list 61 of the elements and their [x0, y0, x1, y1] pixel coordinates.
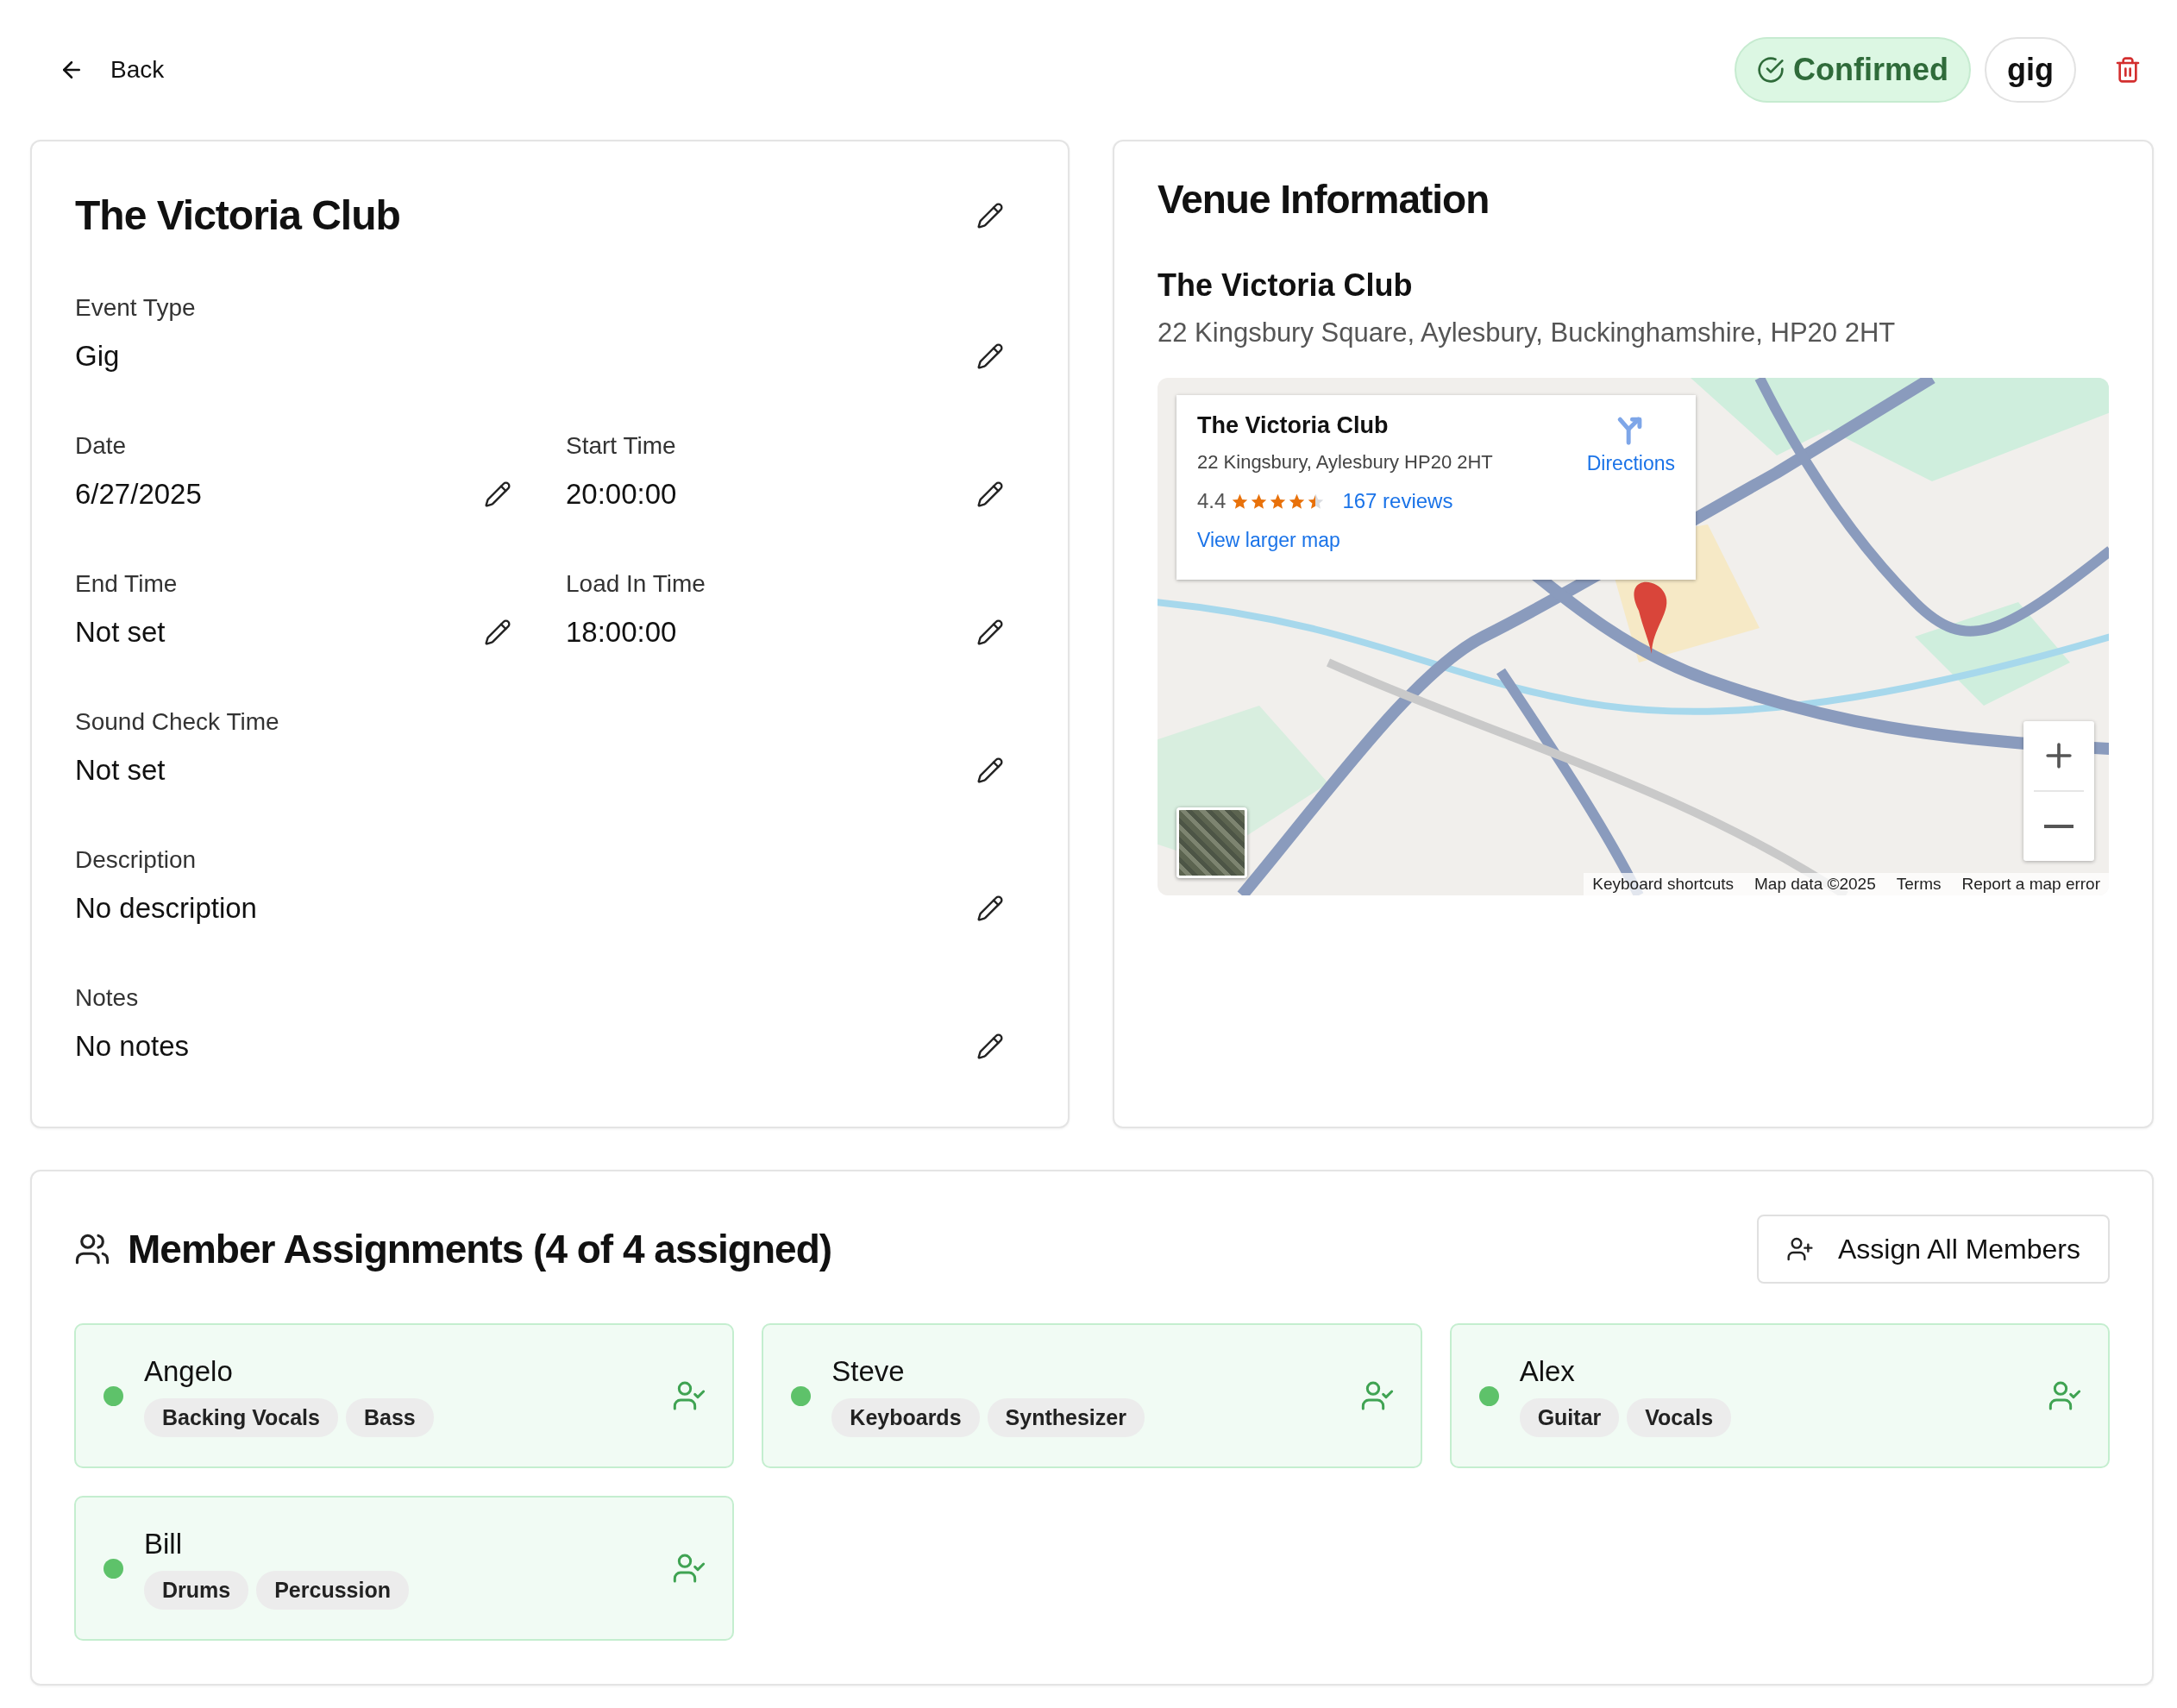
venue-name: The Victoria Club: [1158, 267, 1414, 304]
field-label: Date: [75, 432, 128, 460]
map-footer-link[interactable]: Report a map error: [1961, 875, 2100, 894]
role-tag: Guitar: [1519, 1397, 1620, 1437]
role-tag: Bass: [345, 1397, 434, 1437]
field-value: No notes: [75, 1030, 190, 1063]
role-tag: Percussion: [256, 1570, 409, 1610]
user-plus-icon: [1786, 1235, 1814, 1263]
field-value: 6/27/2025: [75, 478, 202, 511]
field-value: No description: [75, 892, 257, 925]
map-type-button[interactable]: [1176, 807, 1247, 878]
place-name: The Victoria Club: [1197, 412, 1389, 438]
role-tag: Synthesizer: [987, 1397, 1145, 1437]
pencil-icon: [976, 1033, 1004, 1060]
back-button[interactable]: Back: [52, 49, 172, 91]
pencil-icon: [976, 619, 1004, 646]
field-value: 20:00:00: [566, 478, 677, 511]
pencil-icon: [976, 342, 1004, 370]
assign-all-button[interactable]: Assign All Members: [1757, 1215, 2110, 1284]
map-footer-link[interactable]: Map data ©2025: [1754, 875, 1876, 894]
field-value: 18:00:00: [566, 616, 677, 649]
pencil-icon: [976, 201, 1004, 229]
role-tag: Drums: [144, 1570, 249, 1610]
section-title: Venue Information: [1158, 176, 1490, 223]
larger-map-link[interactable]: View larger map: [1197, 529, 1340, 552]
field-value: Not set: [75, 754, 166, 787]
member-name: Alex: [1519, 1354, 1576, 1388]
trash-icon: [2114, 56, 2142, 84]
check-circle-icon: [1757, 56, 1785, 84]
role-tag: Backing Vocals: [144, 1397, 338, 1437]
field-value: Gig: [75, 340, 120, 373]
field-label: Load In Time: [566, 570, 706, 598]
member-name: Angelo: [144, 1354, 234, 1388]
member-name: Bill: [144, 1527, 183, 1560]
field-label: Event Type: [75, 294, 197, 322]
reviews-link[interactable]: 167 reviews: [1342, 489, 1453, 513]
venue-address: 22 Kingsbury Square, Aylesbury, Buckinghamshire, HP20 2HT: [1158, 317, 1897, 349]
pencil-icon: [976, 757, 1004, 784]
field-value: Not set: [75, 616, 166, 649]
member-name: Steve: [831, 1354, 906, 1388]
section-title: Member Assignments (4 of 4 assigned): [128, 1226, 833, 1272]
pencil-icon: [976, 895, 1004, 922]
event-title: The Victoria Club: [75, 192, 400, 239]
event-type-tag: gig: [1985, 37, 2076, 103]
place-address: 22 Kingsbury, Aylesbury HP20 2HT: [1197, 451, 1494, 474]
field-label: Description: [75, 846, 198, 874]
map-footer-link[interactable]: Terms: [1896, 875, 1942, 894]
directions-button[interactable]: Directions: [1586, 416, 1675, 475]
field-label: Sound Check Time: [75, 708, 280, 736]
pencil-icon: [484, 480, 511, 508]
field-label: End Time: [75, 570, 179, 598]
pencil-icon: [484, 619, 511, 646]
rating-value: 4.4: [1197, 489, 1227, 513]
role-tag: Vocals: [1627, 1397, 1732, 1437]
minus-icon: [2044, 825, 2073, 828]
role-tag: Keyboards: [831, 1397, 980, 1437]
pencil-icon: [976, 480, 1004, 508]
field-label: Start Time: [566, 432, 677, 460]
status-badge: Confirmed: [1735, 37, 1971, 103]
field-label: Notes: [75, 984, 140, 1012]
map-footer-link[interactable]: Keyboard shortcuts: [1592, 875, 1734, 894]
